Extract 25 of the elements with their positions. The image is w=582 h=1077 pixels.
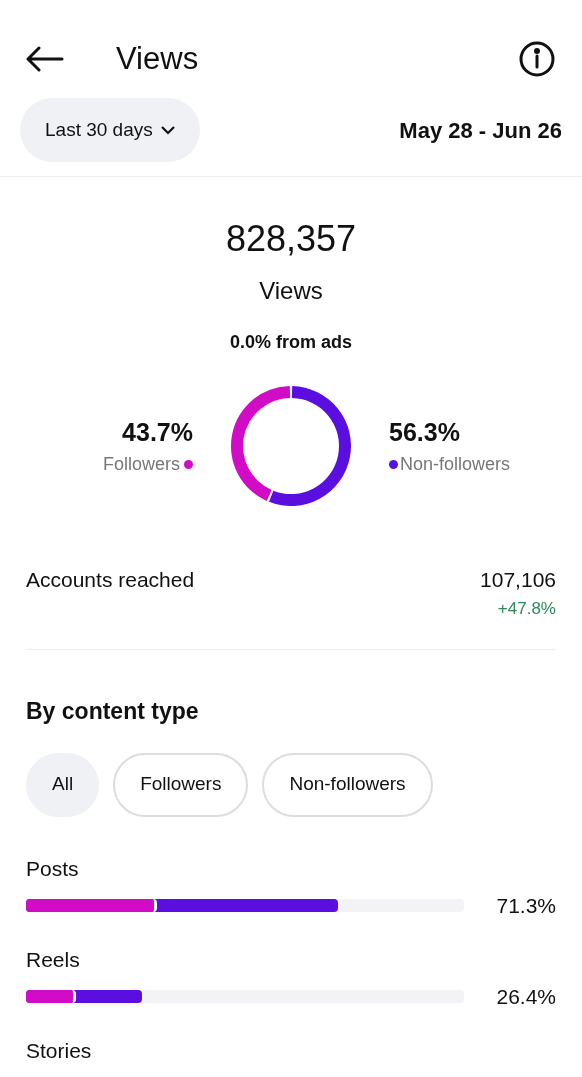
non-followers-percent: 56.3% xyxy=(389,416,460,448)
chevron-down-icon xyxy=(160,125,175,135)
ads-note: 0.0% from ads xyxy=(229,331,352,354)
content-type-label: Posts xyxy=(26,855,80,882)
accounts-reached-label: Accounts reached xyxy=(26,567,195,593)
period-dropdown[interactable]: Last 30 days xyxy=(20,98,200,162)
legend-label: Non-followers xyxy=(400,453,511,477)
back-arrow-icon[interactable] xyxy=(26,46,64,72)
total-views: 828,357 xyxy=(225,221,357,257)
info-icon[interactable] xyxy=(518,40,556,78)
content-type-percent: 71.3% xyxy=(496,893,556,919)
followers-percent: 43.7% xyxy=(122,416,193,448)
date-range: May 28 - Jun 26 xyxy=(399,116,562,145)
filter-chip[interactable]: Non-followers xyxy=(262,752,433,817)
filter-chip[interactable]: Followers xyxy=(113,752,249,817)
content-type-percent: 26.4% xyxy=(496,984,556,1010)
filter-chip[interactable]: All xyxy=(26,752,100,817)
accounts-reached-value: 107,106 xyxy=(480,567,556,593)
content-type-label: Stories xyxy=(26,1037,93,1064)
legend-label: Followers xyxy=(102,453,180,477)
content-type-label: Reels xyxy=(26,946,81,973)
change-percent: +47.8% xyxy=(497,597,556,620)
page-title: Views xyxy=(116,39,200,78)
section-title: By content type xyxy=(26,698,199,724)
views-label: Views xyxy=(259,276,323,306)
